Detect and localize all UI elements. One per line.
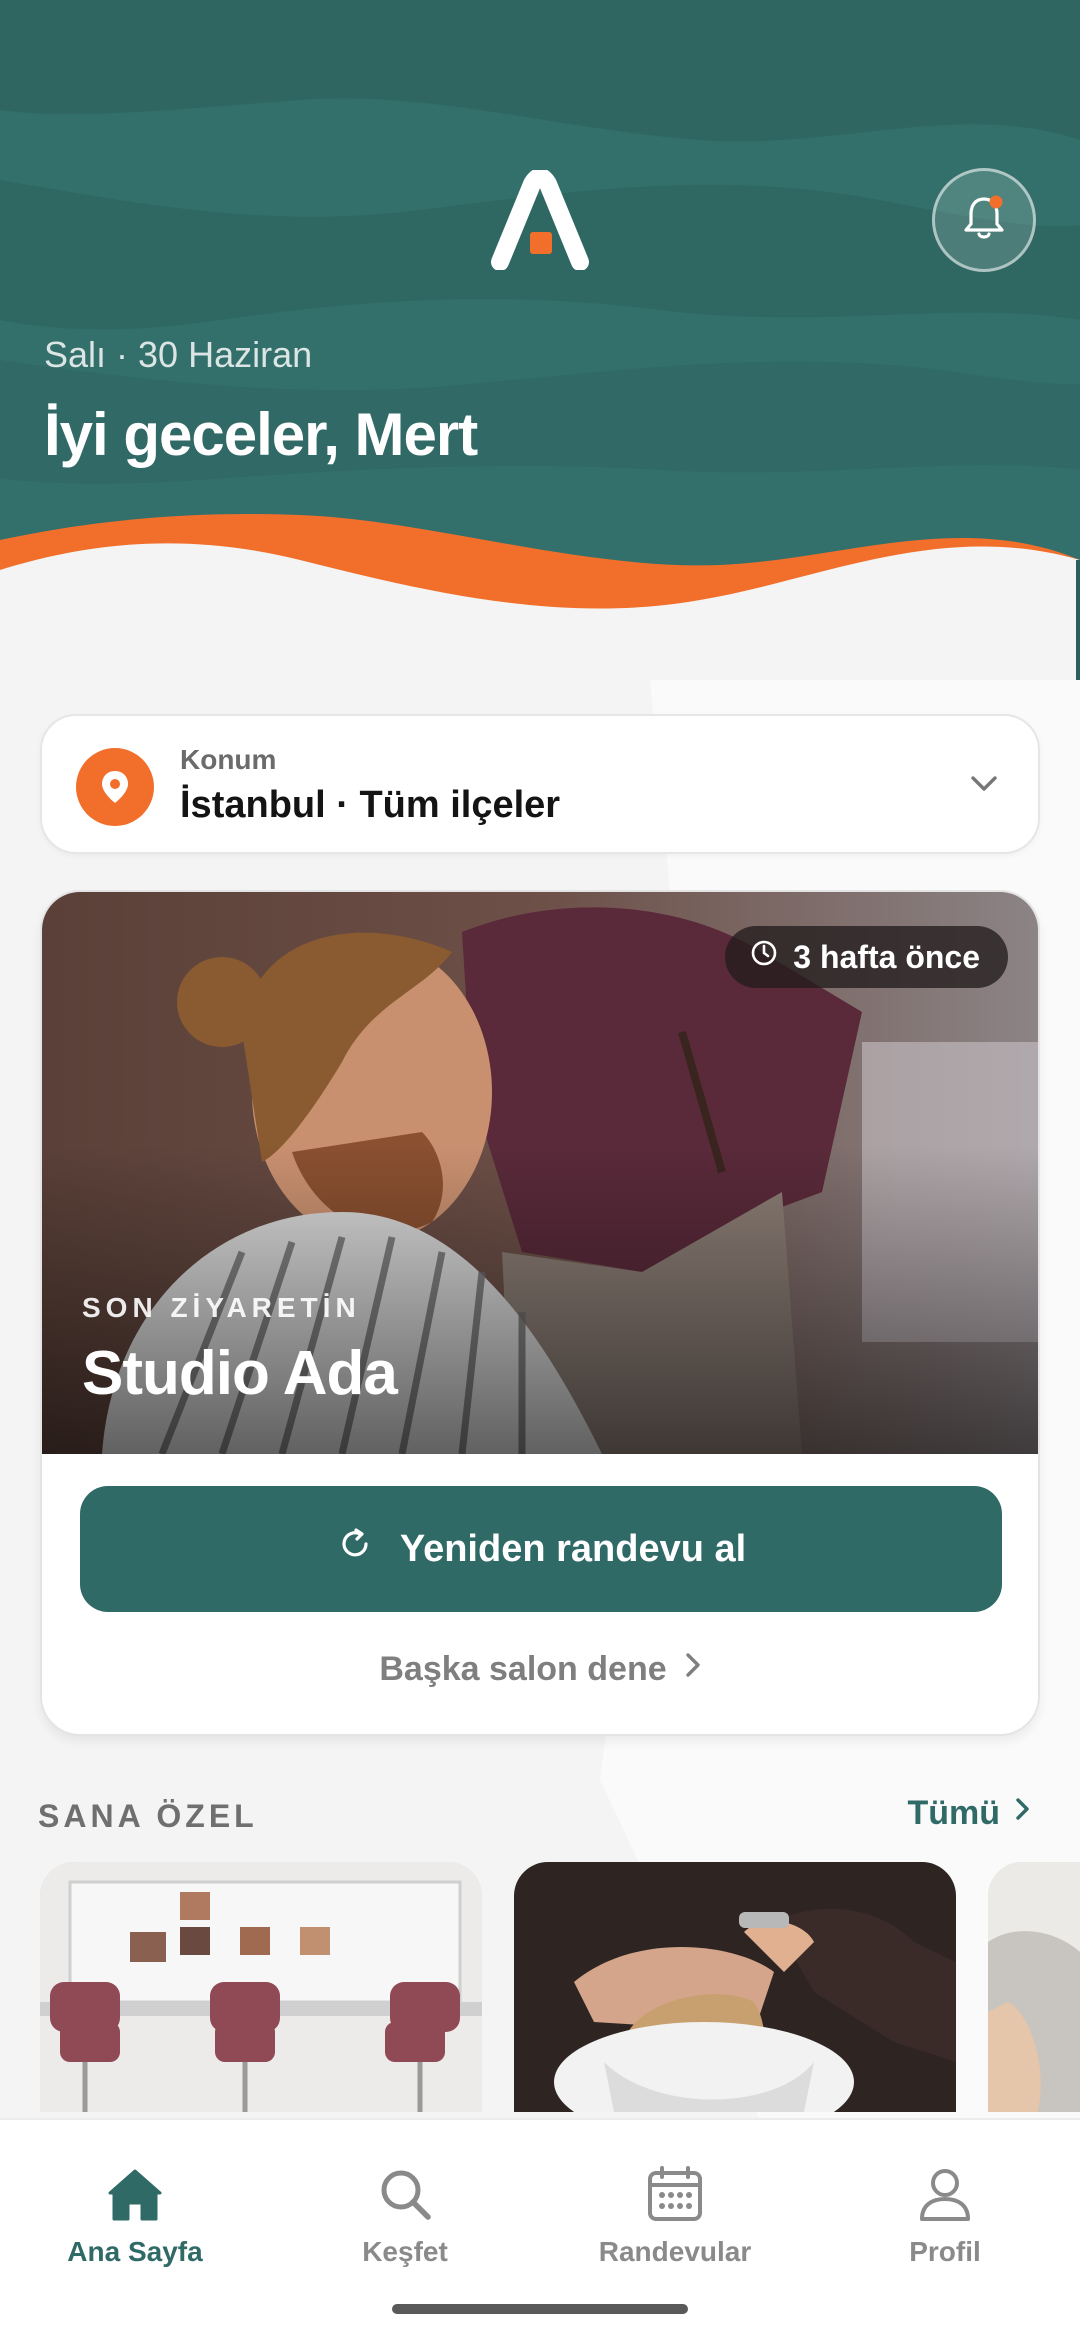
see-all-label: Tümü xyxy=(907,1794,1000,1832)
search-icon xyxy=(374,2158,436,2230)
nav-appointments[interactable]: Randevular xyxy=(555,2158,795,2278)
time-ago-text: 3 hafta önce xyxy=(793,938,980,975)
calendar-icon xyxy=(644,2158,706,2230)
salon-interior-photo xyxy=(40,1862,482,2112)
clock-icon xyxy=(749,938,779,976)
hair-wash-photo xyxy=(514,1862,956,2112)
try-other-salon-label: Başka salon dene xyxy=(379,1650,667,1688)
greeting-title: İyi geceler, Mert xyxy=(44,401,478,468)
home-indicator xyxy=(392,2304,688,2314)
nav-explore-label: Keşfet xyxy=(362,2236,448,2267)
chevron-right-icon xyxy=(1012,1794,1034,1833)
last-visit-card: 3 hafta önce SON ZİYARETİN Studio Ada Ye… xyxy=(40,890,1040,1736)
location-label: Konum xyxy=(180,744,277,775)
refresh-icon xyxy=(336,1525,374,1573)
nav-profile[interactable]: Profil xyxy=(825,2158,1065,2278)
nav-explore[interactable]: Keşfet xyxy=(285,2158,525,2278)
bell-icon xyxy=(959,193,1009,248)
location-pin-icon xyxy=(76,748,154,826)
nav-profile-label: Profil xyxy=(909,2236,981,2267)
profile-icon xyxy=(914,2158,976,2230)
salon-card-1[interactable] xyxy=(40,1862,482,2112)
salon-photo-3 xyxy=(988,1862,1080,2112)
see-all-link[interactable]: Tümü xyxy=(907,1794,1034,1833)
rebook-button[interactable]: Yeniden randevu al xyxy=(80,1486,1002,1612)
nav-home-label: Ana Sayfa xyxy=(67,2236,203,2267)
app-logo xyxy=(490,168,590,271)
home-icon xyxy=(104,2158,166,2230)
location-selector[interactable]: Konum İstanbul · Tüm ilçeler xyxy=(40,714,1040,854)
chevron-down-icon xyxy=(966,766,1002,807)
for-you-title: SANA ÖZEL xyxy=(38,1798,258,1834)
notifications-button[interactable] xyxy=(932,168,1036,272)
salon-card-2[interactable] xyxy=(514,1862,956,2112)
nav-appointments-label: Randevular xyxy=(598,2236,752,2267)
chevron-right-icon xyxy=(681,1650,705,1689)
date-label: Salı · 30 Haziran xyxy=(44,334,313,375)
header: Salı · 30 Haziran İyi geceler, Mert xyxy=(0,0,1080,680)
salon-card-3[interactable] xyxy=(988,1862,1080,2112)
salon-name: Studio Ada xyxy=(82,1339,398,1408)
location-value: İstanbul · Tüm ilçeler xyxy=(180,784,561,826)
time-ago-badge: 3 hafta önce xyxy=(725,926,1008,988)
rebook-label: Yeniden randevu al xyxy=(399,1527,747,1570)
last-visit-kicker: SON ZİYARETİN xyxy=(82,1292,361,1323)
nav-home[interactable]: Ana Sayfa xyxy=(15,2158,255,2278)
try-other-salon-link[interactable]: Başka salon dene xyxy=(42,1650,1038,1689)
